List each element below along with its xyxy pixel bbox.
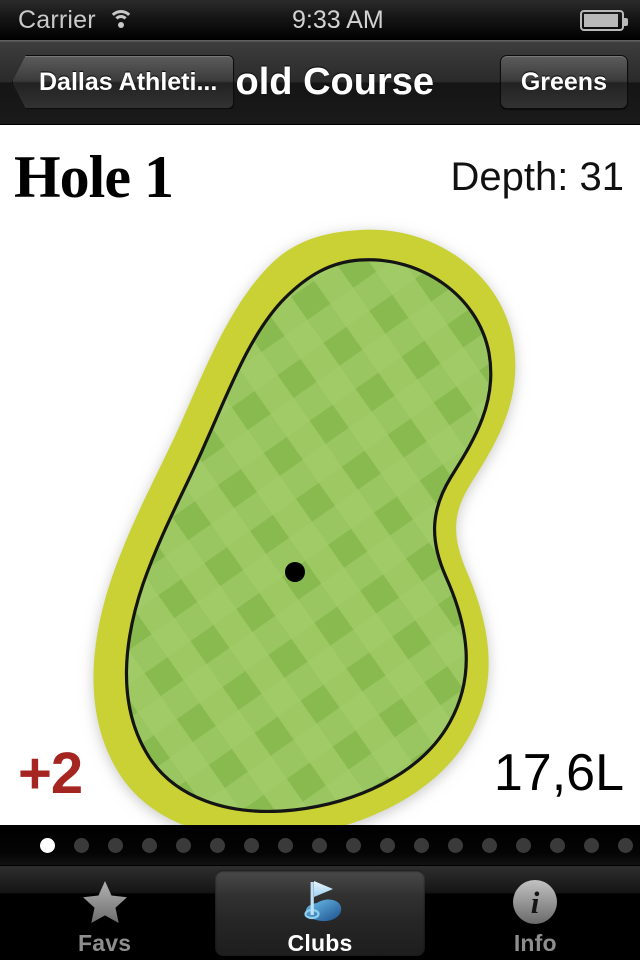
page-dot[interactable]	[74, 837, 89, 853]
back-button[interactable]: Dallas Athleti...	[12, 55, 235, 109]
page-dot[interactable]	[40, 837, 55, 853]
green-map[interactable]	[0, 125, 640, 825]
hole-number-label: Hole 1	[14, 144, 174, 210]
page-indicator[interactable]	[0, 825, 640, 865]
page-dot[interactable]	[210, 837, 225, 853]
tab-clubs[interactable]: Clubs	[215, 870, 425, 956]
distance-label: 17,6L	[493, 744, 624, 802]
green-outline	[124, 258, 493, 814]
putting-surface	[126, 259, 491, 812]
page-dot[interactable]	[244, 837, 259, 853]
star-icon	[77, 876, 133, 928]
page-dot[interactable]	[618, 837, 633, 853]
page-dot[interactable]	[108, 837, 123, 853]
wifi-icon	[106, 9, 136, 31]
hole-detail-panel: Hole 1 Depth: 31 +2 17,6L	[0, 125, 640, 825]
tab-bar: Favs Clubs i Info	[0, 865, 640, 960]
greens-button[interactable]: Greens	[499, 55, 628, 109]
page-dot[interactable]	[550, 837, 565, 853]
info-circle-icon: i	[507, 876, 563, 928]
page-dot[interactable]	[142, 837, 157, 853]
green-shape-graphic	[93, 229, 516, 825]
green-fringe	[93, 229, 516, 825]
page-dot[interactable]	[278, 837, 293, 853]
golf-flag-icon	[292, 876, 348, 928]
navigation-bar: Dallas Athleti... Gold Course Greens	[0, 40, 640, 125]
svg-text:i: i	[531, 885, 540, 920]
page-dot[interactable]	[448, 837, 463, 853]
tab-clubs-label: Clubs	[287, 929, 353, 956]
page-dot[interactable]	[176, 837, 191, 853]
clock-label: 9:33 AM	[292, 5, 384, 34]
pin-marker	[285, 562, 305, 582]
green-depth-label: Depth: 31	[450, 155, 624, 199]
page-dot[interactable]	[482, 837, 497, 853]
tab-info-label: Info	[513, 929, 557, 956]
status-bar: Carrier 9:33 AM	[0, 0, 640, 40]
page-dot[interactable]	[414, 837, 429, 853]
tab-favs[interactable]: Favs	[0, 866, 209, 960]
score-label: +2	[18, 741, 83, 806]
app-screen: Carrier 9:33 AM Dallas Athleti... Gold C…	[0, 0, 640, 960]
carrier-label: Carrier	[18, 5, 96, 34]
page-dot[interactable]	[516, 837, 531, 853]
tab-info[interactable]: i Info	[431, 866, 640, 960]
status-bar-left: Carrier	[0, 6, 136, 35]
tab-favs-label: Favs	[78, 929, 132, 956]
page-dot[interactable]	[312, 837, 327, 853]
status-bar-right	[580, 9, 640, 31]
battery-icon	[580, 9, 628, 31]
page-dot[interactable]	[380, 837, 395, 853]
page-dot[interactable]	[346, 837, 361, 853]
page-dot[interactable]	[584, 837, 599, 853]
